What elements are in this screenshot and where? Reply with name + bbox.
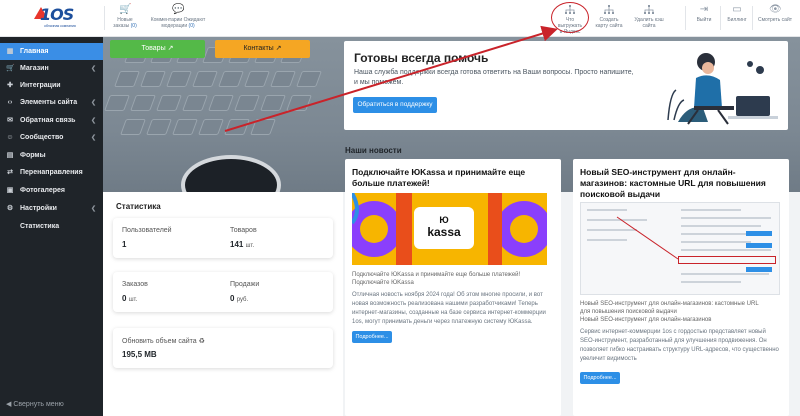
annotation-arrow bbox=[224, 25, 558, 132]
